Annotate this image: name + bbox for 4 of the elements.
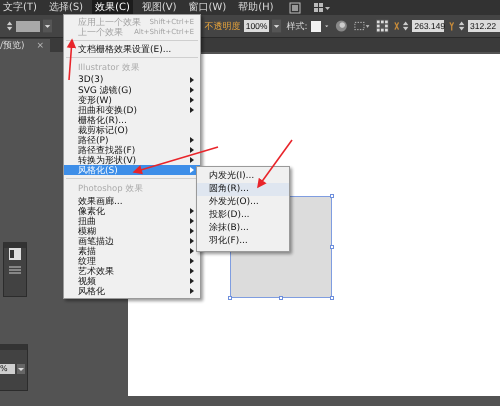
document-title: /预览) bbox=[0, 40, 25, 52]
menu-section-header: Illustrator 效果 bbox=[77, 62, 141, 75]
menu-section-header: Photoshop 效果 bbox=[77, 183, 144, 196]
style-label: 样式: bbox=[286, 20, 308, 32]
